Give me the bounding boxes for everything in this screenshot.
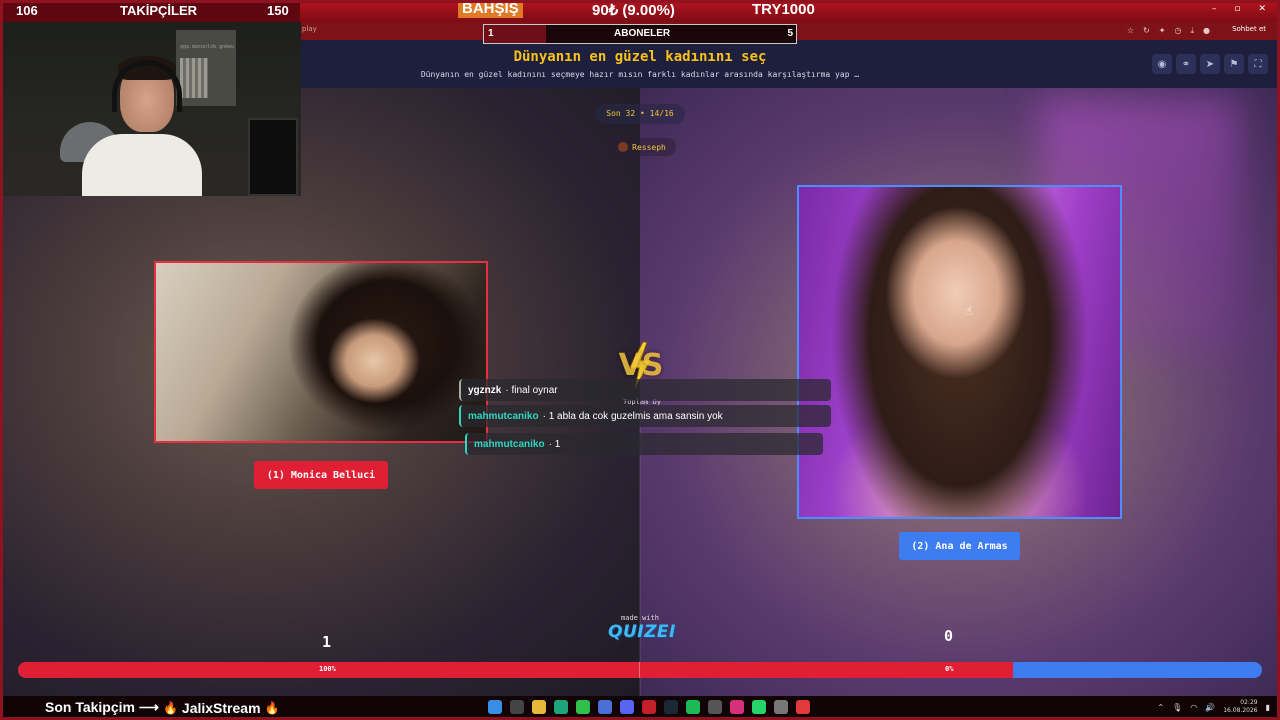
followers-current: 106 xyxy=(16,3,38,18)
author-chip[interactable]: Resseph xyxy=(608,138,676,156)
fire-icon: 🔥 xyxy=(162,700,178,715)
link-icon[interactable]: ⚭ xyxy=(1176,54,1196,74)
spotify-icon[interactable] xyxy=(686,700,700,714)
taskbar-apps xyxy=(488,700,810,714)
download-icon[interactable]: ⤓ xyxy=(1190,25,1194,37)
chat-message: ygznzk · final oynar xyxy=(459,379,831,401)
subscribers-goal: 1 ABONELER 5 xyxy=(483,24,797,44)
quiz-header: Dünyanın en güzel kadınını seç Dünyanın … xyxy=(300,40,1280,88)
steam-icon[interactable] xyxy=(664,700,678,714)
star-icon[interactable]: ☆ xyxy=(1127,25,1134,37)
chat-username: ygznzk xyxy=(468,384,502,396)
fullscreen-icon[interactable]: ⛶ xyxy=(1248,54,1268,74)
minimize-icon[interactable]: – xyxy=(1212,4,1217,14)
chat-message: mahmutcaniko · 1 xyxy=(465,433,823,455)
flag-icon[interactable]: ⚑ xyxy=(1224,54,1244,74)
chat-text: final oynar xyxy=(511,384,558,396)
share-icon[interactable]: ➤ xyxy=(1200,54,1220,74)
url-bar[interactable]: play xyxy=(302,25,317,33)
last-follower-ticker: Son Takipçim ⟶ 🔥 JalixStream 🔥 xyxy=(45,699,279,716)
header-actions: ◉ ⚭ ➤ ⚑ ⛶ xyxy=(1152,54,1268,74)
subs-goal: 5 xyxy=(787,28,793,39)
made-with-label: made with xyxy=(621,614,659,622)
right-percent: 0% xyxy=(945,665,954,673)
chat-message: mahmutcaniko · 1 abla da cok guzelmis am… xyxy=(459,405,831,427)
left-vote-fill xyxy=(18,662,1014,678)
app-icon[interactable] xyxy=(598,700,612,714)
left-percent: 100% xyxy=(319,665,336,673)
history-icon[interactable]: ◷ xyxy=(1174,25,1181,37)
vote-progress-bar: 100% 0% xyxy=(18,662,1262,678)
spreadsheet-icon[interactable] xyxy=(576,700,590,714)
settings-icon[interactable] xyxy=(774,700,788,714)
choose-left-button[interactable]: (1) Monica Belluci xyxy=(254,461,388,489)
chevron-up-icon[interactable]: ⌃ xyxy=(1157,703,1164,712)
vs-label: VS xyxy=(618,348,664,383)
window-controls: – ▫ ✕ xyxy=(1212,4,1266,14)
clock[interactable]: 02:29 16.08.2026 xyxy=(1223,699,1257,715)
followers-goal: 106 TAKİPÇİLER 150 xyxy=(0,0,300,22)
app-icon[interactable] xyxy=(796,700,810,714)
last-follower-name: JalixStream xyxy=(181,699,261,716)
tip-label: BAHŞİŞ xyxy=(458,0,523,18)
discord-icon[interactable] xyxy=(620,700,634,714)
wifi-icon[interactable]: ◠ xyxy=(1190,703,1197,712)
eye-icon[interactable]: ◉ xyxy=(1152,54,1172,74)
fire-icon: 🔥 xyxy=(264,700,280,715)
author-name: Resseph xyxy=(632,142,666,152)
stream-goal-bar: 106 TAKİPÇİLER 150 BAHŞİŞ 90₺ (9.00%) TR… xyxy=(0,0,1280,22)
edge-icon[interactable] xyxy=(554,700,568,714)
chat-username: mahmutcaniko xyxy=(468,410,539,422)
app-icon[interactable] xyxy=(708,700,722,714)
subs-current: 1 xyxy=(488,28,494,39)
profile-icon[interactable]: ● xyxy=(1203,25,1210,37)
chat-username: mahmutcaniko xyxy=(474,438,545,450)
cam-watermark: qqa.masonlxb gnkeu xyxy=(180,44,235,50)
chat-text: 1 abla da cok guzelmis ama sansin yok xyxy=(548,410,723,422)
search-icon[interactable] xyxy=(510,700,524,714)
refresh-icon[interactable]: ↻ xyxy=(1143,25,1150,37)
contestant-right-card[interactable] xyxy=(797,185,1122,519)
tip-amount: 90₺ (9.00%) xyxy=(592,2,675,19)
maximize-icon[interactable]: ▫ xyxy=(1234,4,1240,14)
contestant-left-photo xyxy=(156,263,486,441)
mic-icon[interactable]: 🎙 xyxy=(1172,703,1182,712)
webcam-overlay: qqa.masonlxb gnkeu xyxy=(0,22,301,196)
clock-time: 02:29 xyxy=(1240,699,1258,706)
left-vote-count: 1 xyxy=(322,633,332,651)
subs-label: ABONELER xyxy=(614,28,671,39)
windows-start-icon[interactable] xyxy=(488,700,502,714)
tip-goal: TRY1000 xyxy=(752,1,815,18)
chat-button[interactable]: Sohbet et xyxy=(1232,25,1266,33)
close-icon[interactable]: ✕ xyxy=(1258,4,1266,14)
progress-midline xyxy=(639,662,640,678)
right-vote-count: 0 xyxy=(944,627,954,645)
notification-icon[interactable]: ▮ xyxy=(1266,703,1270,712)
last-follower-label: Son Takipçim ⟶ xyxy=(45,699,159,715)
volume-icon[interactable]: 🔊 xyxy=(1205,703,1215,712)
hand-cursor-icon: ☝ xyxy=(965,304,973,318)
followers-goal-value: 150 xyxy=(267,3,289,18)
folder-icon[interactable] xyxy=(532,700,546,714)
followers-label: TAKİPÇİLER xyxy=(120,3,198,18)
round-indicator: Son 32 • 14/16 xyxy=(595,104,685,124)
extension-icon[interactable]: ✦ xyxy=(1159,25,1166,37)
system-tray: ⌃ 🎙 ◠ 🔊 02:29 16.08.2026 ▮ xyxy=(1157,699,1270,715)
made-with-badge[interactable]: made with QUIZEI xyxy=(608,614,676,642)
chat-text: 1 xyxy=(554,438,561,450)
page-subtitle: Dünyanın en güzel kadınını seçmeye hazır… xyxy=(420,70,860,79)
instagram-icon[interactable] xyxy=(730,700,744,714)
choose-right-button[interactable]: (2) Ana de Armas xyxy=(899,532,1020,560)
whatsapp-icon[interactable] xyxy=(752,700,766,714)
contestant-left-card[interactable] xyxy=(154,261,488,443)
avatar xyxy=(618,142,629,152)
clock-date: 16.08.2026 xyxy=(1223,707,1258,714)
contestant-right-photo xyxy=(799,187,1120,517)
page-title: Dünyanın en güzel kadınını seç xyxy=(513,49,767,65)
app-icon[interactable] xyxy=(642,700,656,714)
taskbar: Son Takipçim ⟶ 🔥 JalixStream 🔥 ⌃ 🎙 ◠ 🔊 0… xyxy=(0,696,1280,720)
quizei-logo: QUIZEI xyxy=(608,622,676,642)
